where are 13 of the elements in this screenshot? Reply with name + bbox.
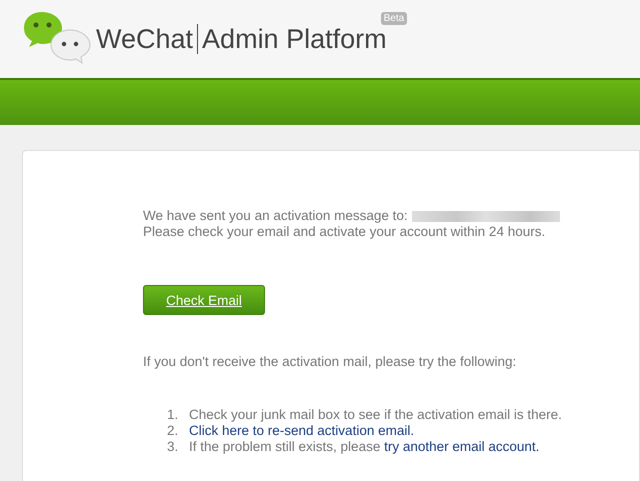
help-link[interactable]: Click here to re-send activation email. — [189, 423, 414, 439]
message-text: We have sent you an activation message to: — [143, 208, 408, 224]
help-intro: If you don't receive the activation mail, please try the following: — [143, 354, 518, 370]
help-step-text: Check your junk mail box to see if the activation email is there. — [189, 407, 562, 423]
help-step-text: If the problem still exists, please try another email account. — [189, 439, 540, 455]
list-number: 1. — [167, 407, 180, 423]
help-link[interactable]: try another email account. — [384, 439, 540, 454]
message-text: Please check your email and activate your account within 24 hours. — [143, 224, 546, 240]
beta-badge: Beta — [380, 12, 408, 25]
product-name: Admin Platform — [201, 24, 387, 54]
list-number: 2. — [167, 423, 180, 439]
brand-name: WeChat — [96, 24, 198, 54]
list-number: 3. — [167, 439, 180, 455]
